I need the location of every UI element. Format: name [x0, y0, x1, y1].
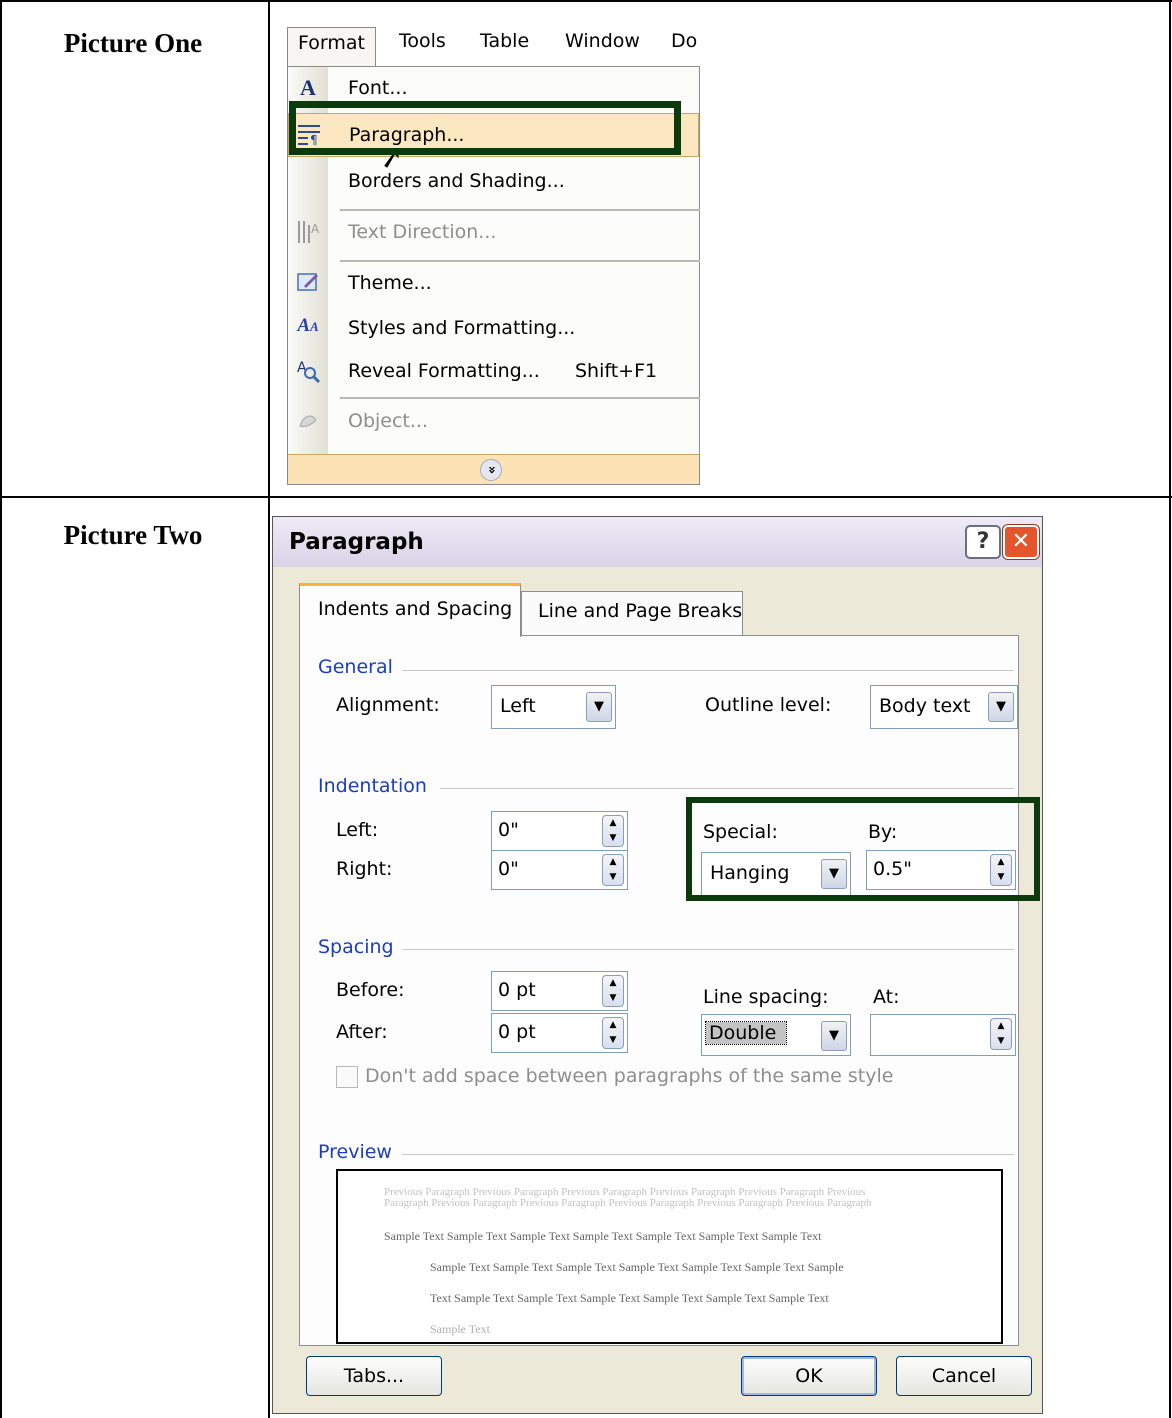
group-divider	[402, 1154, 1014, 1155]
preview-sample-line: Sample Text Sample Text Sample Text Samp…	[430, 1260, 844, 1274]
preview-previous-paragraph: Previous Paragraph Previous Paragraph Pr…	[384, 1186, 872, 1209]
chevron-down-icon[interactable]: ▼	[988, 692, 1014, 722]
indent-left-spinner[interactable]: 0" ▲ ▼	[491, 811, 628, 851]
spin-arrows-icon[interactable]: ▲ ▼	[602, 975, 624, 1007]
menu-expand-row[interactable]: »	[288, 454, 699, 484]
indent-left-value: 0"	[498, 819, 519, 841]
cancel-button[interactable]: Cancel	[896, 1356, 1032, 1396]
menu-table[interactable]: Table	[480, 30, 529, 52]
preview-sample-line: Sample Text	[430, 1322, 490, 1336]
highlight-box-special-hanging	[686, 797, 1040, 901]
dialog-title: Paragraph	[289, 529, 424, 555]
alignment-value: Left	[500, 695, 536, 717]
alignment-select[interactable]: Left ▼	[491, 685, 616, 729]
group-indentation-heading: Indentation	[318, 775, 427, 797]
preview-sample-line: Text Sample Text Sample Text Sample Text…	[430, 1291, 829, 1305]
tabs-button[interactable]: Tabs...	[306, 1356, 442, 1396]
at-spinner[interactable]: ▲ ▼	[870, 1014, 1016, 1056]
preview-pane: Previous Paragraph Previous Paragraph Pr…	[336, 1169, 1003, 1344]
menu-item-text-direction: A Text Direction...	[288, 211, 699, 255]
indent-right-label: Right:	[336, 858, 393, 880]
group-general-heading: General	[318, 656, 393, 678]
menu-item-label: Styles and Formatting...	[348, 317, 576, 339]
menu-item-label: Borders and Shading...	[348, 170, 565, 192]
menu-item-borders-shading[interactable]: Borders and Shading...	[288, 160, 699, 204]
menu-item-theme[interactable]: Theme...	[288, 262, 699, 306]
highlight-box-paragraph	[289, 101, 681, 155]
theme-icon	[294, 270, 322, 298]
object-icon	[294, 408, 322, 436]
indent-right-value: 0"	[498, 858, 519, 880]
line-spacing-label: Line spacing:	[703, 986, 829, 1008]
svg-text:A: A	[311, 222, 320, 236]
menu-document[interactable]: Do	[671, 30, 697, 52]
menu-item-label: Font...	[348, 77, 408, 99]
chevron-down-icon[interactable]: ▼	[821, 1021, 847, 1051]
styles-icon: AA	[297, 315, 319, 336]
table-border-top	[0, 0, 1172, 2]
table-border-left	[0, 0, 2, 1418]
expand-chevron-icon[interactable]: »	[480, 459, 502, 481]
close-button[interactable]: ✕	[1003, 525, 1039, 559]
after-value: 0 pt	[498, 1021, 536, 1043]
picture-two-label: Picture Two	[63, 520, 203, 550]
help-button[interactable]: ?	[965, 525, 1001, 559]
spin-arrows-icon[interactable]: ▲ ▼	[602, 854, 624, 886]
before-value: 0 pt	[498, 979, 536, 1001]
tab-panel: General Alignment: Left ▼ Outline level:…	[299, 635, 1019, 1346]
table-border-right	[1169, 0, 1171, 1418]
menu-item-shortcut: Shift+F1	[575, 360, 658, 382]
dont-add-space-label: Don't add space between paragraphs of th…	[365, 1065, 894, 1087]
after-label: After:	[336, 1021, 388, 1043]
dont-add-space-checkbox[interactable]	[336, 1066, 358, 1088]
font-icon: A	[300, 75, 316, 100]
menu-item-reveal-formatting[interactable]: A Reveal Formatting... Shift+F1	[288, 350, 699, 394]
picture-one-label: Picture One	[63, 28, 203, 58]
group-divider	[402, 670, 1014, 671]
chevron-down-icon[interactable]: ▼	[586, 692, 612, 722]
indent-left-label: Left:	[336, 819, 379, 841]
menu-item-object: Object...	[288, 400, 699, 444]
menu-item-label: Reveal Formatting...	[348, 360, 540, 382]
menu-bar: Format Tools Table Window Do	[287, 22, 703, 67]
group-spacing-heading: Spacing	[318, 936, 394, 958]
tab-indents-spacing[interactable]: Indents and Spacing	[299, 583, 521, 637]
line-spacing-selected-text: Double	[704, 1021, 788, 1045]
text-direction-icon: A	[294, 219, 322, 247]
after-spinner[interactable]: 0 pt ▲ ▼	[491, 1013, 628, 1053]
menu-tools[interactable]: Tools	[399, 30, 446, 52]
reveal-formatting-icon: A	[294, 358, 322, 386]
format-menu-screenshot: Format Tools Table Window Do A Font... ¶…	[287, 22, 703, 485]
preview-sample-line: Sample Text Sample Text Sample Text Samp…	[384, 1229, 822, 1243]
outline-level-select[interactable]: Body text ▼	[870, 685, 1018, 729]
menu-item-label: Text Direction...	[348, 221, 497, 243]
line-spacing-value: Double	[704, 1021, 788, 1045]
indent-right-spinner[interactable]: 0" ▲ ▼	[491, 850, 628, 890]
before-spinner[interactable]: 0 pt ▲ ▼	[491, 971, 628, 1011]
line-spacing-select[interactable]: Double ▼	[701, 1014, 851, 1056]
outline-level-value: Body text	[879, 695, 971, 717]
group-divider	[403, 949, 1014, 950]
menu-item-label: Theme...	[348, 272, 432, 294]
ok-button[interactable]: OK	[741, 1356, 877, 1396]
menu-format[interactable]: Format	[287, 27, 376, 67]
paragraph-dialog: Paragraph ? ✕ Indents and Spacing Line a…	[272, 516, 1043, 1414]
before-label: Before:	[336, 979, 405, 1001]
menu-item-label: Object...	[348, 410, 428, 432]
outline-level-label: Outline level:	[705, 694, 832, 716]
table-row-divider	[0, 496, 1172, 498]
menu-separator	[340, 397, 700, 399]
group-preview-heading: Preview	[318, 1141, 392, 1163]
at-label: At:	[873, 986, 900, 1008]
menu-item-styles-formatting[interactable]: AA Styles and Formatting...	[288, 307, 699, 351]
group-divider	[440, 788, 1014, 789]
spin-arrows-icon[interactable]: ▲ ▼	[602, 815, 624, 847]
spin-arrows-icon[interactable]: ▲ ▼	[990, 1018, 1012, 1050]
tab-line-page-breaks[interactable]: Line and Page Breaks	[521, 591, 743, 635]
alignment-label: Alignment:	[336, 694, 440, 716]
spin-arrows-icon[interactable]: ▲ ▼	[602, 1017, 624, 1049]
table-column-divider	[268, 0, 270, 1418]
menu-window[interactable]: Window	[565, 30, 640, 52]
dialog-titlebar: Paragraph ? ✕	[273, 517, 1042, 567]
